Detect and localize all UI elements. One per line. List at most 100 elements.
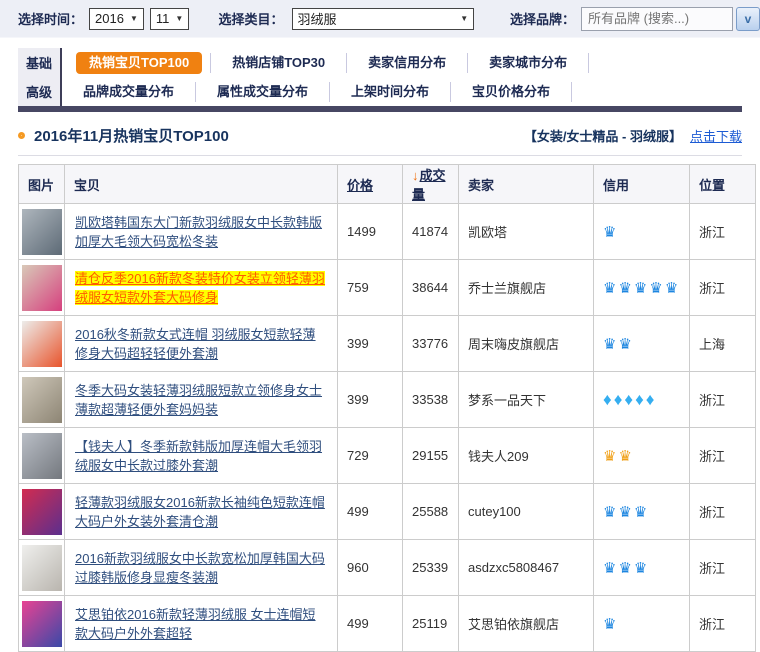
table-row: 2016秋冬新款女式连帽 羽绒服女短款轻薄 修身大码超轻轻便外套潮 399 33… bbox=[19, 316, 756, 372]
blue-crown-icon: ♛ bbox=[665, 280, 678, 297]
product-thumbnail[interactable] bbox=[22, 545, 62, 591]
tabs-block: 基础 热销宝贝TOP100 热销店铺TOP30 卖家信用分布 卖家城市分布 高级… bbox=[18, 48, 742, 112]
blue-diamond-icon: ♦ bbox=[603, 390, 612, 409]
title-cell: 2016新款羽绒服女中长款宽松加厚韩国大码过膝韩版修身显瘦冬装潮 bbox=[65, 540, 338, 596]
chevron-down-icon: v bbox=[745, 12, 752, 26]
image-cell bbox=[19, 428, 65, 484]
seller-cell: 艾思铂依旗舰店 bbox=[459, 596, 594, 652]
seller-cell: asdzxc5808467 bbox=[459, 540, 594, 596]
location-cell: 浙江 bbox=[690, 372, 756, 428]
product-title-link[interactable]: 清仓反季2016新款冬装特价女装立领轻薄羽绒服女短款外套大码修身 bbox=[75, 271, 325, 305]
title-cell: 2016秋冬新款女式连帽 羽绒服女短款轻薄 修身大码超轻轻便外套潮 bbox=[65, 316, 338, 372]
credit-icons: ♛♛♛ bbox=[594, 484, 690, 540]
location-cell: 浙江 bbox=[690, 428, 756, 484]
price-sort-link[interactable]: 价格 bbox=[347, 178, 373, 193]
volume-cell: 41874 bbox=[403, 204, 459, 260]
blue-crown-icon: ♛ bbox=[603, 616, 616, 633]
time-filter-label: 选择时间： bbox=[18, 9, 83, 28]
location-cell: 浙江 bbox=[690, 204, 756, 260]
product-title-link[interactable]: 轻薄款羽绒服女2016新款长袖纯色短款连帽大码户外女装外套清仓潮 bbox=[75, 495, 325, 529]
products-tbody: 凯欧塔韩国东大门新款羽绒服女中长款韩版加厚大毛领大码宽松冬装 1499 4187… bbox=[19, 204, 756, 652]
product-title-link[interactable]: 冬季大码女装轻薄羽绒服短款立领修身女士薄款超薄轻便外套妈妈装 bbox=[75, 383, 322, 417]
product-title-link[interactable]: 艾思铂依2016新款轻薄羽绒服 女士连帽短款大码户外外套超轻 bbox=[75, 607, 316, 641]
product-title-link[interactable]: 2016新款羽绒服女中长款宽松加厚韩国大码过膝韩版修身显瘦冬装潮 bbox=[75, 551, 325, 585]
header-credit: 信用 bbox=[594, 165, 690, 204]
seller-cell: 周末嗨皮旗舰店 bbox=[459, 316, 594, 372]
page-title: 2016年11月热销宝贝TOP100 bbox=[34, 125, 524, 146]
title-cell: 【钱夫人】冬季新款韩版加厚连帽大毛领羽绒服女中长款过膝外套潮 bbox=[65, 428, 338, 484]
dropdown-arrow-icon: ▼ bbox=[130, 14, 138, 23]
tab-separator bbox=[571, 82, 572, 102]
blue-crown-icon: ♛ bbox=[618, 336, 631, 353]
tab-separator bbox=[588, 53, 589, 73]
dropdown-arrow-icon: ▼ bbox=[460, 14, 468, 23]
dropdown-arrow-icon: ▼ bbox=[175, 14, 183, 23]
download-link[interactable]: 点击下载 bbox=[690, 126, 742, 145]
image-cell bbox=[19, 372, 65, 428]
tab-attribute-volume-distribution[interactable]: 属性成交量分布 bbox=[196, 77, 329, 106]
price-cell: 729 bbox=[338, 428, 403, 484]
tab-listing-time-distribution[interactable]: 上架时间分布 bbox=[330, 77, 450, 106]
blue-crown-icon: ♛ bbox=[618, 280, 631, 297]
product-thumbnail[interactable] bbox=[22, 321, 62, 367]
table-header-row: 图片 宝贝 价格 ↓成交量 卖家 信用 位置 bbox=[19, 165, 756, 204]
blue-crown-icon: ♛ bbox=[603, 560, 616, 577]
credit-icons: ♛ bbox=[594, 596, 690, 652]
category-filter-label: 选择类目： bbox=[218, 9, 283, 28]
blue-diamond-icon: ♦ bbox=[624, 390, 633, 409]
table-row: 艾思铂依2016新款轻薄羽绒服 女士连帽短款大码户外外套超轻 499 25119… bbox=[19, 596, 756, 652]
seller-cell: 乔士兰旗舰店 bbox=[459, 260, 594, 316]
product-thumbnail[interactable] bbox=[22, 433, 62, 479]
blue-crown-icon: ♛ bbox=[634, 504, 647, 521]
title-cell: 冬季大码女装轻薄羽绒服短款立领修身女士薄款超薄轻便外套妈妈装 bbox=[65, 372, 338, 428]
product-title-link[interactable]: 【钱夫人】冬季新款韩版加厚连帽大毛领羽绒服女中长款过膝外套潮 bbox=[75, 439, 322, 473]
header-location: 位置 bbox=[690, 165, 756, 204]
credit-icons: ♛♛♛ bbox=[594, 540, 690, 596]
product-thumbnail[interactable] bbox=[22, 209, 62, 255]
brand-dropdown-button[interactable]: v bbox=[736, 7, 760, 31]
filter-bar: 选择时间： 2016 ▼ 11 ▼ 选择类目： 羽绒服 ▼ 选择品牌： v bbox=[0, 0, 760, 38]
sort-desc-arrow-icon: ↓ bbox=[412, 168, 419, 183]
price-cell: 499 bbox=[338, 596, 403, 652]
image-cell bbox=[19, 484, 65, 540]
title-cell: 凯欧塔韩国东大门新款羽绒服女中长款韩版加厚大毛领大码宽松冬装 bbox=[65, 204, 338, 260]
table-row: 凯欧塔韩国东大门新款羽绒服女中长款韩版加厚大毛领大码宽松冬装 1499 4187… bbox=[19, 204, 756, 260]
month-select-value: 11 bbox=[156, 11, 170, 26]
category-select[interactable]: 羽绒服 ▼ bbox=[292, 8, 475, 30]
blue-crown-icon: ♛ bbox=[634, 280, 647, 297]
gold-crown-icon: ♛ bbox=[618, 448, 631, 465]
section-head: 2016年11月热销宝贝TOP100 【女装/女士精品 - 羽绒服】 点击下载 bbox=[18, 112, 742, 156]
location-cell: 上海 bbox=[690, 316, 756, 372]
table-row: 冬季大码女装轻薄羽绒服短款立领修身女士薄款超薄轻便外套妈妈装 399 33538… bbox=[19, 372, 756, 428]
product-title-link[interactable]: 2016秋冬新款女式连帽 羽绒服女短款轻薄 修身大码超轻轻便外套潮 bbox=[75, 327, 316, 361]
year-select[interactable]: 2016 ▼ bbox=[89, 8, 144, 30]
product-thumbnail[interactable] bbox=[22, 489, 62, 535]
credit-icons: ♛♛♛♛♛ bbox=[594, 260, 690, 316]
image-cell bbox=[19, 596, 65, 652]
category-select-value: 羽绒服 bbox=[298, 9, 337, 28]
tab-seller-city-distribution[interactable]: 卖家城市分布 bbox=[468, 48, 588, 77]
blue-crown-icon: ♛ bbox=[603, 280, 616, 297]
month-select[interactable]: 11 ▼ bbox=[150, 8, 189, 30]
title-cell: 清仓反季2016新款冬装特价女装立领轻薄羽绒服女短款外套大码修身 bbox=[65, 260, 338, 316]
tab-brand-volume-distribution[interactable]: 品牌成交量分布 bbox=[62, 77, 195, 106]
volume-cell: 25588 bbox=[403, 484, 459, 540]
gold-crown-icon: ♛ bbox=[603, 448, 616, 465]
credit-icons: ♛ bbox=[594, 204, 690, 260]
blue-crown-icon: ♛ bbox=[603, 504, 616, 521]
volume-cell: 29155 bbox=[403, 428, 459, 484]
tab-hot-shops-top30[interactable]: 热销店铺TOP30 bbox=[211, 48, 346, 77]
tab-item-price-distribution[interactable]: 宝贝价格分布 bbox=[451, 77, 571, 106]
brand-search-input[interactable] bbox=[581, 7, 733, 31]
header-image: 图片 bbox=[19, 165, 65, 204]
product-thumbnail[interactable] bbox=[22, 377, 62, 423]
volume-cell: 25119 bbox=[403, 596, 459, 652]
product-thumbnail[interactable] bbox=[22, 601, 62, 647]
price-cell: 759 bbox=[338, 260, 403, 316]
tab-seller-credit-distribution[interactable]: 卖家信用分布 bbox=[347, 48, 467, 77]
product-thumbnail[interactable] bbox=[22, 265, 62, 311]
blue-crown-icon: ♛ bbox=[618, 504, 631, 521]
seller-cell: 钱夫人209 bbox=[459, 428, 594, 484]
product-title-link[interactable]: 凯欧塔韩国东大门新款羽绒服女中长款韩版加厚大毛领大码宽松冬装 bbox=[75, 215, 322, 249]
tab-hot-items-top100[interactable]: 热销宝贝TOP100 bbox=[76, 52, 202, 74]
